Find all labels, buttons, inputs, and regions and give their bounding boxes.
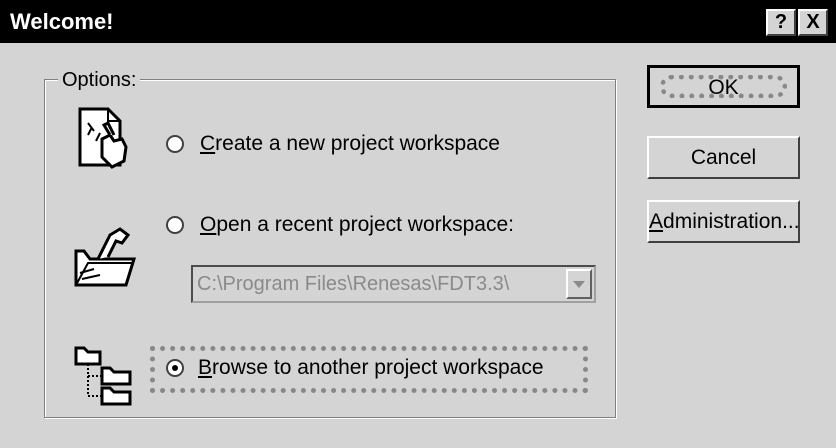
open-folder-hand-icon (74, 227, 137, 287)
ok-focus-ring (660, 75, 787, 98)
close-button[interactable]: X (798, 9, 828, 36)
cancel-button[interactable]: Cancel (647, 136, 800, 179)
chevron-down-icon (566, 269, 592, 299)
administration-button[interactable]: Administration... (647, 200, 800, 243)
folder-tree-icon (74, 346, 132, 406)
window-title: Welcome! (10, 9, 114, 34)
browse-workspace-radio[interactable] (166, 359, 184, 377)
dialog-body: Options: Create a new project workspace … (0, 43, 836, 448)
recent-workspace-select: C:\Program Files\Renesas\FDT3.3\ (191, 265, 596, 303)
open-recent-workspace-label[interactable]: Open a recent project workspace: (200, 213, 514, 237)
ok-button[interactable]: OK (647, 65, 800, 108)
recent-workspace-path: C:\Program Files\Renesas\FDT3.3\ (197, 273, 510, 295)
browse-workspace-label[interactable]: Browse to another project workspace (198, 356, 544, 380)
create-new-workspace-radio[interactable] (166, 135, 184, 153)
help-button[interactable]: ? (766, 9, 796, 36)
title-bar: Welcome! ? X (0, 0, 836, 43)
options-group-label: Options: (58, 69, 141, 92)
open-recent-workspace-radio[interactable] (166, 216, 184, 234)
new-document-hand-icon (78, 107, 128, 169)
create-new-workspace-label[interactable]: Create a new project workspace (200, 132, 500, 156)
